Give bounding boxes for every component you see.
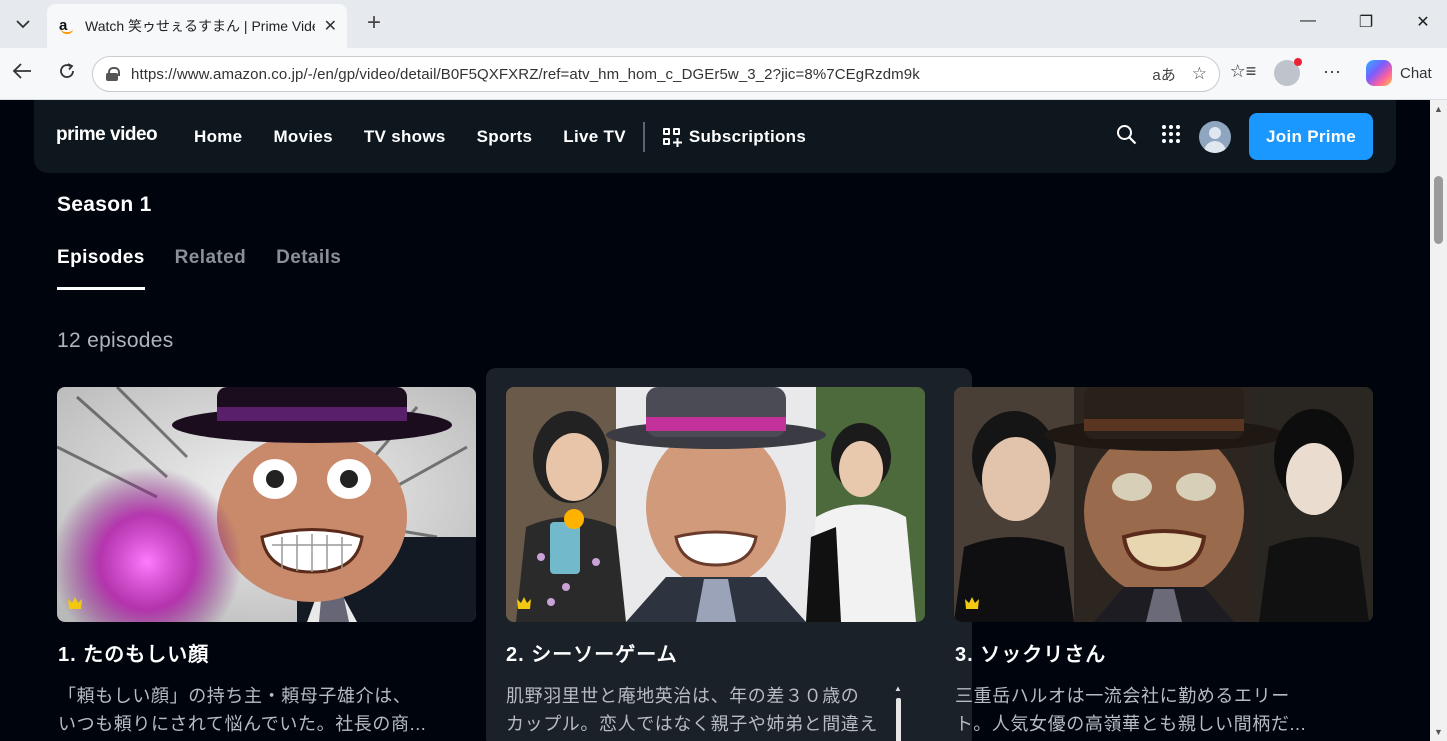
close-icon[interactable]: ✕	[324, 16, 337, 36]
join-prime-button[interactable]: Join Prime	[1249, 113, 1373, 160]
amazon-favicon-icon: a	[59, 17, 77, 35]
translate-icon[interactable]: aあ	[1152, 64, 1175, 85]
reload-icon[interactable]	[53, 60, 81, 88]
episode-description-line: ト。人気女優の高嶺華とも親しい間柄だ...	[955, 714, 1307, 734]
episode-title[interactable]: 2. シーソーゲーム	[506, 638, 678, 667]
scroll-up-arrow-icon[interactable]: ▲	[894, 684, 902, 693]
page-scroll-thumb[interactable]	[1434, 176, 1443, 244]
address-toolbar: https://www.amazon.co.jp/-/en/gp/video/d…	[0, 48, 1447, 100]
prime-crown-icon	[517, 597, 531, 609]
scroll-up-arrow-icon[interactable]: ▲	[1434, 104, 1443, 114]
prime-video-header: prime video Home Movies TV shows Sports …	[34, 100, 1396, 173]
star-icon[interactable]: ☆	[1192, 64, 1207, 85]
prime-crown-icon	[965, 597, 979, 609]
tab-episodes[interactable]: Episodes	[57, 247, 145, 290]
episode-thumbnail[interactable]	[506, 387, 925, 622]
new-tab-icon[interactable]: +	[360, 10, 388, 38]
episode-card[interactable]: 2. シーソーゲーム 肌野羽里世と庵地英治は、年の差３０歳の カップル。恋人では…	[486, 368, 972, 741]
apps-grid-icon[interactable]	[1161, 124, 1181, 150]
content-tabs: Episodes Related Details	[57, 247, 341, 290]
nav-home[interactable]: Home	[194, 127, 242, 147]
tab-details[interactable]: Details	[276, 247, 341, 290]
episode-title[interactable]: 3. ソックリさん	[955, 638, 1106, 667]
episode-thumbnail[interactable]	[954, 387, 1373, 622]
nav-divider	[642, 121, 645, 152]
nav-tv-shows[interactable]: TV shows	[364, 127, 446, 147]
close-window-icon[interactable]: ✕	[1408, 12, 1438, 32]
prime-video-logo[interactable]: prime video	[56, 124, 158, 146]
minimize-icon[interactable]: —	[1293, 12, 1323, 30]
nav-live-tv[interactable]: Live TV	[563, 127, 626, 147]
copilot-label: Chat	[1400, 64, 1432, 82]
browser-tab[interactable]: a Watch 笑ゥせぇるすまん | Prime Video ✕	[47, 4, 347, 48]
page-scrollbar[interactable]: ▲ ▼	[1430, 100, 1447, 741]
address-bar[interactable]: https://www.amazon.co.jp/-/en/gp/video/d…	[92, 56, 1220, 92]
nav-subscriptions[interactable]: Subscriptions	[662, 126, 807, 147]
nav-movies[interactable]: Movies	[273, 127, 332, 147]
browser-profile-avatar[interactable]	[1274, 58, 1302, 86]
season-title: Season 1	[57, 193, 152, 216]
episode-title[interactable]: 1. たのもしい顔	[58, 638, 209, 667]
episode-card[interactable]: 3. ソックリさん 三重岳ハルオは一流会社に勤めるエリー ト。人気女優の高嶺華と…	[954, 368, 1392, 741]
tab-related[interactable]: Related	[175, 247, 246, 290]
prime-crown-icon	[68, 597, 82, 609]
subscriptions-label: Subscriptions	[688, 126, 807, 146]
episode-description-line: 肌野羽里世と庵地英治は、年の差３０歳の	[506, 686, 860, 706]
back-icon[interactable]	[8, 60, 36, 88]
scroll-thumb[interactable]	[896, 698, 901, 741]
copilot-chat-button[interactable]: Chat	[1366, 60, 1432, 86]
episode-description-line: いつも頼りにされて悩んでいた。社長の商...	[58, 714, 427, 734]
search-icon[interactable]	[1116, 124, 1137, 151]
scroll-down-arrow-icon[interactable]: ▼	[1434, 727, 1443, 737]
tab-title: Watch 笑ゥせぇるすまん | Prime Video	[85, 18, 315, 34]
page-viewport: prime video Home Movies TV shows Sports …	[0, 100, 1430, 741]
episode-card[interactable]: 1. たのもしい顔 「頼もしい顔」の持ち主・頼母子雄介は、 いつも頼りにされて悩…	[57, 368, 495, 741]
more-icon[interactable]: ···	[1318, 61, 1346, 82]
description-scrollbar[interactable]: ▲	[894, 684, 902, 741]
episode-thumbnail[interactable]	[57, 387, 476, 622]
tab-list-icon[interactable]	[6, 8, 40, 40]
episode-description: 「頼もしい顔」の持ち主・頼母子雄介は、 いつも頼りにされて悩んでいた。社長の商.…	[58, 682, 468, 738]
episode-description-line: 三重岳ハルオは一流会社に勤めるエリー	[955, 686, 1290, 706]
subscriptions-icon	[662, 127, 682, 147]
nav-sports[interactable]: Sports	[477, 127, 533, 147]
copilot-icon	[1366, 60, 1392, 86]
episode-description: 肌野羽里世と庵地英治は、年の差３０歳の カップル。恋人ではなく親子や姉弟と間違え	[506, 682, 916, 738]
restore-icon[interactable]: ❐	[1351, 12, 1381, 32]
episode-count: 12 episodes	[57, 329, 174, 352]
url-text[interactable]: https://www.amazon.co.jp/-/en/gp/video/d…	[131, 66, 920, 83]
browser-tab-strip: a Watch 笑ゥせぇるすまん | Prime Video ✕ + — ❐ ✕	[0, 0, 1447, 48]
episode-description-line: カップル。恋人ではなく親子や姉弟と間違え	[506, 714, 878, 734]
lock-icon[interactable]	[105, 67, 120, 81]
episode-description: 三重岳ハルオは一流会社に勤めるエリー ト。人気女優の高嶺華とも親しい間柄だ...	[955, 682, 1365, 738]
main-nav: Home Movies TV shows Sports Live TV Subs…	[194, 100, 806, 173]
favorites-icon[interactable]: ☆≡	[1229, 61, 1257, 82]
episode-description-line: 「頼もしい顔」の持ち主・頼母子雄介は、	[58, 686, 412, 706]
user-avatar[interactable]	[1199, 121, 1231, 153]
